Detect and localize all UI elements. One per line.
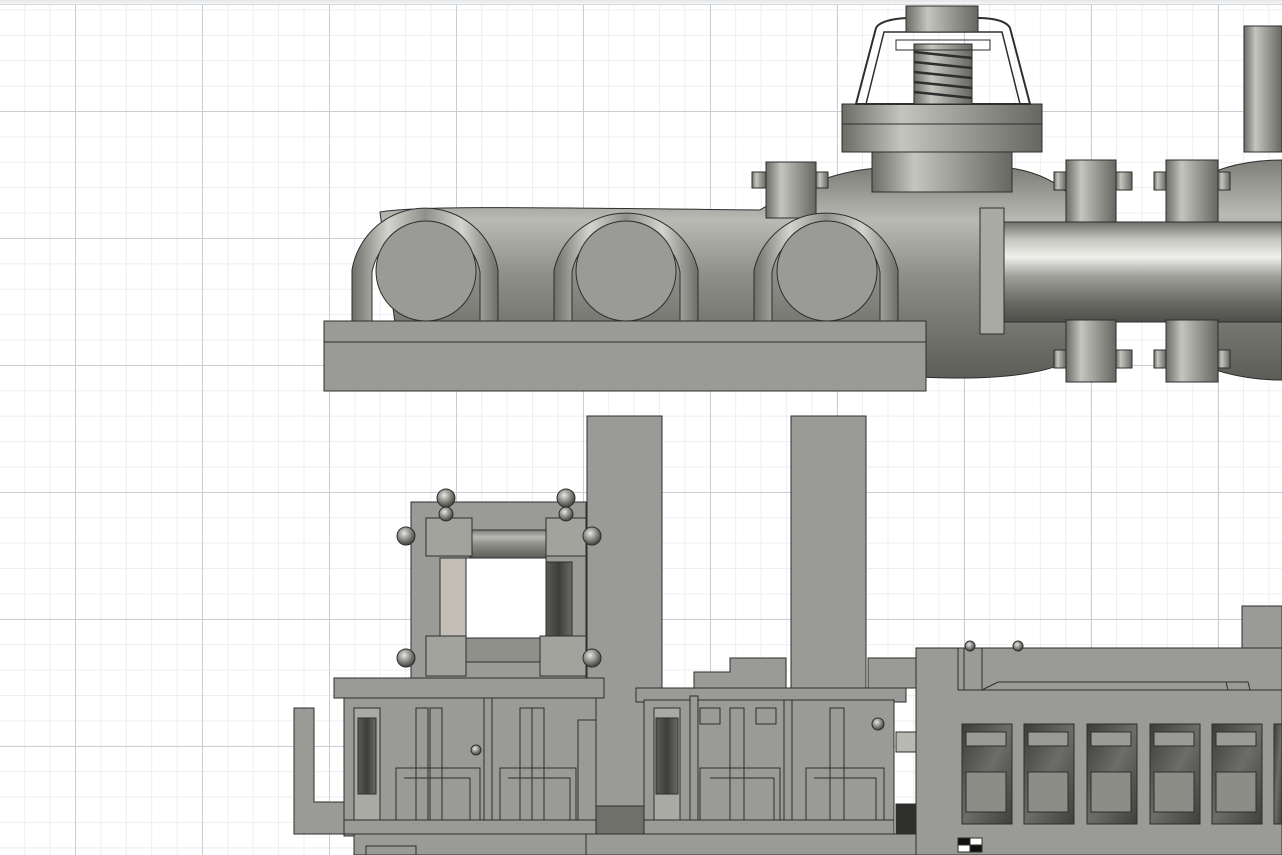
terminal-block bbox=[957, 837, 983, 853]
breaker-panels bbox=[961, 723, 1282, 825]
3d-viewport-canvas[interactable] bbox=[0, 0, 1282, 855]
mounting-plate[interactable] bbox=[323, 320, 927, 392]
cage-frame[interactable] bbox=[396, 488, 602, 679]
u-bolt-clamps[interactable] bbox=[351, 207, 899, 323]
valve-spring bbox=[913, 43, 973, 105]
cad-model-render[interactable] bbox=[0, 0, 1282, 855]
electrical-cabinet[interactable] bbox=[915, 605, 1282, 855]
